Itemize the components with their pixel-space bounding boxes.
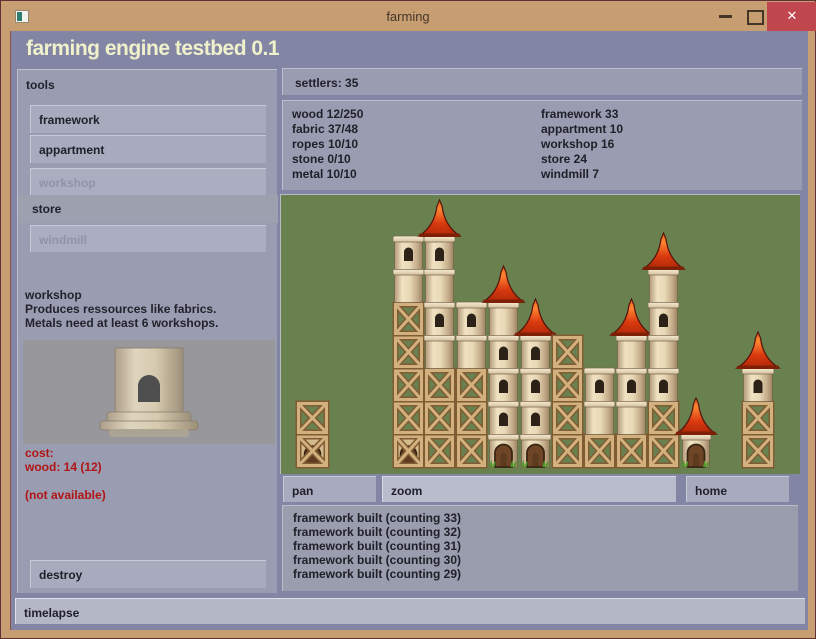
resource-list-materials: wood 12/250 fabric 37/48 ropes 10/10 sto… [292,107,363,182]
log-entry: framework built (counting 30) [293,553,798,567]
zoom-button[interactable]: zoom [382,476,676,502]
log-entry: framework built (counting 31) [293,539,798,553]
tools-heading: tools [26,78,55,92]
resource-list-buildings: framework 33 appartment 10 workshop 16 s… [541,107,623,182]
game-viewport[interactable] [280,194,800,474]
preview-tower-image [23,340,275,444]
building-count-item: appartment 10 [541,122,623,137]
building-count-item: framework 33 [541,107,623,122]
selected-building-preview [23,340,275,444]
building-count-item: windmill 7 [541,167,623,182]
destroy-button[interactable]: destroy [30,560,266,588]
resource-item: wood 12/250 [292,107,363,122]
game-scene [281,195,799,473]
minimize-button[interactable] [712,2,740,31]
building-count-item: store 24 [541,152,623,167]
resources-panel: wood 12/250 fabric 37/48 ropes 10/10 sto… [282,100,802,190]
settlers-bar: settlers: 35 [282,68,802,95]
pan-button[interactable]: pan [283,476,376,502]
timelapse-button[interactable]: timelapse [15,598,805,624]
settlers-count: settlers: 35 [295,76,358,90]
app-window: farming ✕ farming engine testbed 0.1 too… [0,0,816,639]
resource-item: metal 10/10 [292,167,363,182]
home-button[interactable]: home [686,476,789,502]
tool-button-appartment[interactable]: appartment [30,135,266,163]
tool-button-framework[interactable]: framework [30,105,266,133]
maximize-button[interactable] [740,2,768,31]
tool-button-workshop[interactable]: workshop [30,168,266,195]
resource-item: stone 0/10 [292,152,363,167]
log-entry: framework built (counting 29) [293,567,798,581]
client-area: farming engine testbed 0.1 tools framewo… [10,31,808,630]
cost-block: cost: wood: 14 (12) [25,446,102,474]
availability-status: (not available) [25,488,106,502]
building-count-item: workshop 16 [541,137,623,152]
cost-detail: wood: 14 (12) [25,460,102,474]
close-button[interactable]: ✕ [767,2,816,31]
window-title: farming [2,9,814,24]
log-entry: framework built (counting 32) [293,525,798,539]
selected-building-description: workshop Produces ressources like fabric… [25,288,218,330]
event-log: framework built (counting 33) framework … [282,505,798,591]
cost-label: cost: [25,446,102,460]
log-entry: framework built (counting 33) [293,511,798,525]
selected-building-name: workshop [25,288,218,302]
title-bar[interactable]: farming ✕ [2,2,814,31]
resource-item: fabric 37/48 [292,122,363,137]
tools-panel: tools framework appartment workshop stor… [17,69,277,593]
resource-item: ropes 10/10 [292,137,363,152]
page-title: farming engine testbed 0.1 [26,37,279,61]
tool-button-windmill[interactable]: windmill [30,225,266,252]
tool-button-store[interactable]: store [18,195,278,223]
